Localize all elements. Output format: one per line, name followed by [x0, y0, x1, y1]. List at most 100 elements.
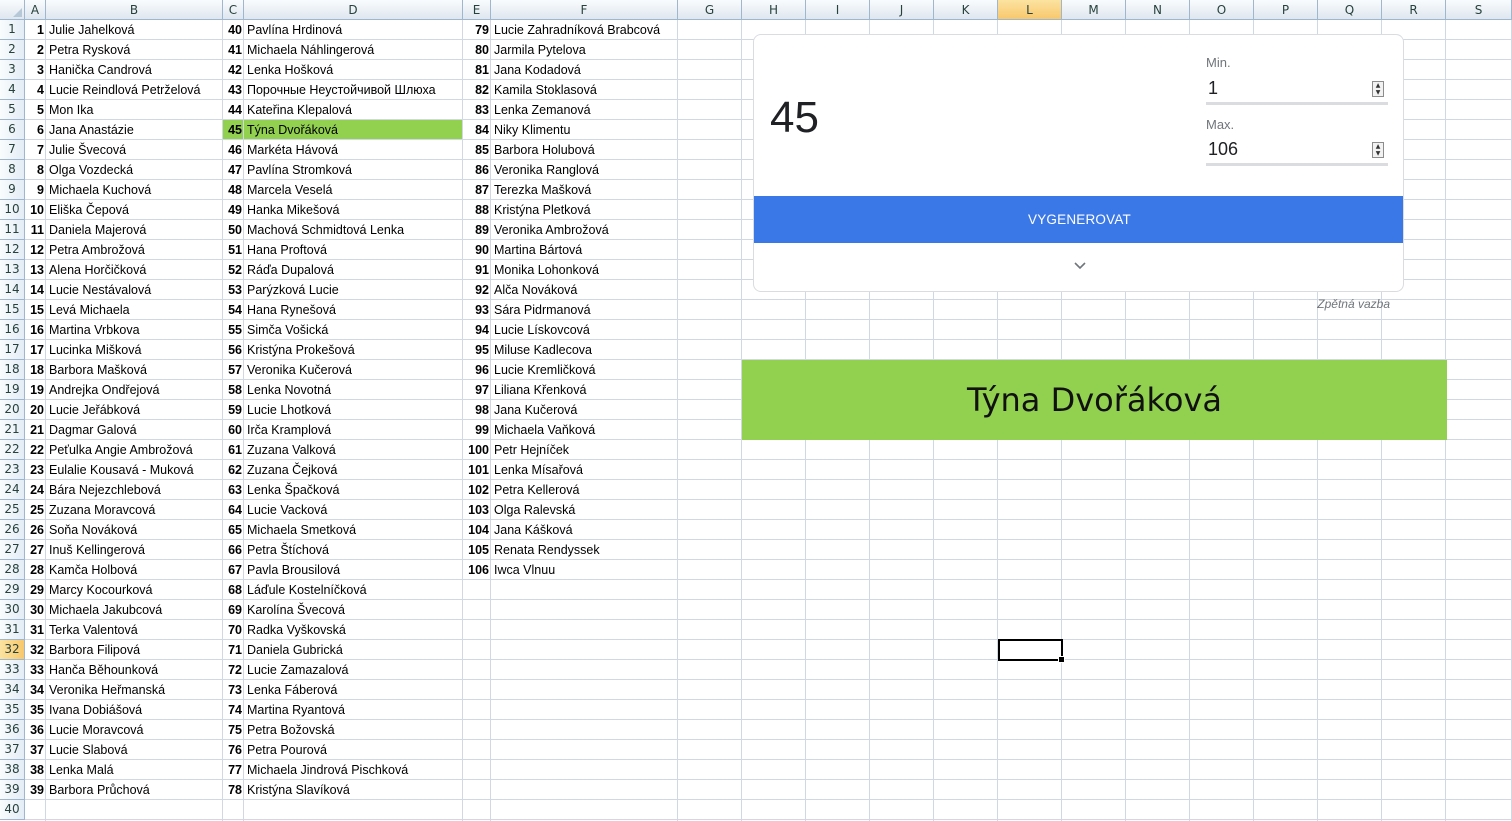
cell-number-B: 22 [30, 443, 44, 457]
row-header-18[interactable]: 18 [0, 360, 25, 380]
row-header-6[interactable]: 6 [0, 120, 25, 140]
chevron-down-icon[interactable] [1070, 257, 1090, 277]
column-header-Q[interactable]: Q [1318, 0, 1382, 20]
column-header-P[interactable]: P [1254, 0, 1318, 20]
row-header-17[interactable]: 17 [0, 340, 25, 360]
row-header-37[interactable]: 37 [0, 740, 25, 760]
row-header-39[interactable]: 39 [0, 780, 25, 800]
row-header-34[interactable]: 34 [0, 680, 25, 700]
row-header-35[interactable]: 35 [0, 700, 25, 720]
row-header-5[interactable]: 5 [0, 100, 25, 120]
row-header-29[interactable]: 29 [0, 580, 25, 600]
cell-number-D: 49 [228, 203, 242, 217]
row-header-40[interactable]: 40 [0, 800, 25, 820]
cell-number-D: 68 [228, 583, 242, 597]
row-header-3[interactable]: 3 [0, 60, 25, 80]
cell-number-B: 16 [30, 323, 44, 337]
row-header-22[interactable]: 22 [0, 440, 25, 460]
row-header-12[interactable]: 12 [0, 240, 25, 260]
max-spinner[interactable]: ▲ ▼ [1372, 142, 1384, 158]
row-header-8[interactable]: 8 [0, 160, 25, 180]
cell-name-D: Pavlína Hrdinová [247, 23, 343, 37]
row-header-25[interactable]: 25 [0, 500, 25, 520]
cell-name-B: Petra Rysková [49, 43, 131, 57]
row-header-26[interactable]: 26 [0, 520, 25, 540]
cell-number-D: 64 [228, 503, 242, 517]
cell-number-D: 52 [228, 263, 242, 277]
row-header-13[interactable]: 13 [0, 260, 25, 280]
generate-button[interactable]: VYGENEROVAT [754, 196, 1403, 243]
cell-name-B: Lenka Malá [49, 763, 114, 777]
column-header-L[interactable]: L [998, 0, 1062, 20]
column-header-C[interactable]: C [223, 0, 244, 20]
column-header-N[interactable]: N [1126, 0, 1190, 20]
row-header-15[interactable]: 15 [0, 300, 25, 320]
cell-number-D: 63 [228, 483, 242, 497]
row-header-1[interactable]: 1 [0, 20, 25, 40]
row-header-23[interactable]: 23 [0, 460, 25, 480]
feedback-link[interactable]: Zpětná vazba [1260, 297, 1390, 311]
column-header-A[interactable]: A [25, 0, 46, 20]
cell-name-B: Martina Vrbkova [49, 323, 140, 337]
column-header-K[interactable]: K [934, 0, 998, 20]
row-header-32[interactable]: 32 [0, 640, 25, 660]
min-spinner[interactable]: ▲ ▼ [1372, 81, 1384, 97]
row-header-16[interactable]: 16 [0, 320, 25, 340]
active-cell-L32[interactable] [998, 639, 1065, 663]
cell-name-B: Veronika Heřmanská [49, 683, 166, 697]
row-header-21[interactable]: 21 [0, 420, 25, 440]
cell-number-B: 34 [30, 683, 44, 697]
row-header-11[interactable]: 11 [0, 220, 25, 240]
row-header-9[interactable]: 9 [0, 180, 25, 200]
column-header-I[interactable]: I [806, 0, 870, 20]
cell-number-F: 96 [475, 363, 489, 377]
cell-number-D: 78 [228, 783, 242, 797]
column-header-E[interactable]: E [463, 0, 491, 20]
gridline-horizontal [25, 819, 1512, 820]
column-header-O[interactable]: O [1190, 0, 1254, 20]
row-header-14[interactable]: 14 [0, 280, 25, 300]
column-header-M[interactable]: M [1062, 0, 1126, 20]
column-header-H[interactable]: H [742, 0, 806, 20]
row-header-27[interactable]: 27 [0, 540, 25, 560]
row-header-10[interactable]: 10 [0, 200, 25, 220]
cell-name-B: Daniela Majerová [49, 223, 147, 237]
min-input[interactable] [1206, 75, 1388, 105]
column-header-J[interactable]: J [870, 0, 934, 20]
cell-name-B: Marcy Kocourková [49, 583, 153, 597]
cell-name-D: Lucie Lhotková [247, 403, 332, 417]
cell-number-B: 37 [30, 743, 44, 757]
cell-number-D: 72 [228, 663, 242, 677]
cell-number-D: 43 [228, 83, 242, 97]
row-header-33[interactable]: 33 [0, 660, 25, 680]
row-header-31[interactable]: 31 [0, 620, 25, 640]
cell-number-B: 23 [30, 463, 44, 477]
row-header-20[interactable]: 20 [0, 400, 25, 420]
column-header-S[interactable]: S [1446, 0, 1512, 20]
column-header-G[interactable]: G [678, 0, 742, 20]
cell-name-D: Daniela Gubrická [247, 643, 343, 657]
row-header-36[interactable]: 36 [0, 720, 25, 740]
cell-name-B: Jana Anastázie [49, 123, 134, 137]
cell-number-D: 44 [228, 103, 242, 117]
row-header-30[interactable]: 30 [0, 600, 25, 620]
select-all-corner[interactable] [0, 0, 25, 20]
column-header-R[interactable]: R [1382, 0, 1446, 20]
cell-number-D: 62 [228, 463, 242, 477]
row-header-28[interactable]: 28 [0, 560, 25, 580]
column-header-D[interactable]: D [244, 0, 463, 20]
cell-number-D: 74 [228, 703, 242, 717]
cell-number-F: 93 [475, 303, 489, 317]
row-header-7[interactable]: 7 [0, 140, 25, 160]
cell-number-F: 102 [468, 483, 489, 497]
cell-number-B: 6 [37, 123, 44, 137]
row-header-24[interactable]: 24 [0, 480, 25, 500]
max-input[interactable] [1206, 136, 1388, 166]
column-header-F[interactable]: F [491, 0, 678, 20]
column-header-B[interactable]: B [46, 0, 223, 20]
row-header-19[interactable]: 19 [0, 380, 25, 400]
row-header-4[interactable]: 4 [0, 80, 25, 100]
row-header-2[interactable]: 2 [0, 40, 25, 60]
cell-name-D: Láďule Kostelníčková [247, 583, 367, 597]
row-header-38[interactable]: 38 [0, 760, 25, 780]
